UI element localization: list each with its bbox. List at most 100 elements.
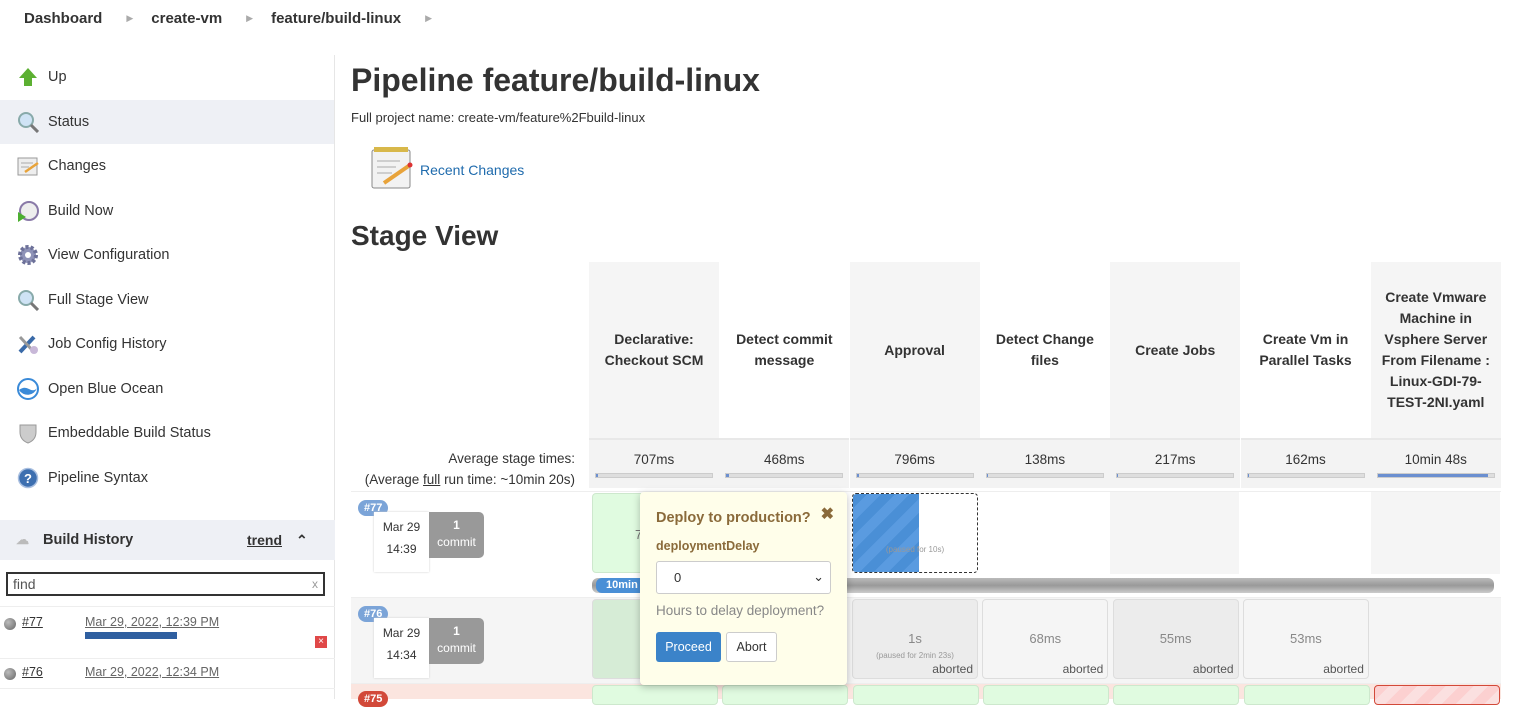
chevron-down-icon: ⌄ [813,569,824,584]
recent-changes-link[interactable]: Recent Changes [370,145,524,191]
breadcrumb-dashboard[interactable]: Dashboard [24,10,102,27]
param-hint: Hours to delay deployment? [656,603,825,618]
chevron-right-icon[interactable]: ▶ [425,13,432,24]
build-search-input[interactable]: find x [6,572,325,596]
sidebar-item-pipeline-syntax[interactable]: ? Pipeline Syntax [0,456,334,501]
abort-button[interactable]: Abort [726,632,777,662]
build-date-link[interactable]: Mar 29, 2022, 12:39 PM [85,615,219,629]
deployment-delay-select[interactable]: 0 ⌄ [656,561,831,594]
build-number-link[interactable]: #77 [22,615,43,629]
run-date: Mar 29 14:34 [374,618,429,678]
dialog-title: Deploy to production? [656,510,811,526]
sidebar-item-label: Job Config History [48,336,167,353]
sidebar-item-label: Build Now [48,202,114,219]
magnifier-icon [16,288,40,312]
magnifier-icon [16,110,40,134]
close-icon[interactable]: ✖ [821,504,834,524]
proceed-button[interactable]: Proceed [656,632,721,662]
stage-cell[interactable] [1243,685,1370,705]
notepad-icon [371,147,413,189]
sidebar-item-up[interactable]: Up [0,55,334,100]
shield-icon [16,421,40,445]
stage-cell[interactable] [852,685,979,705]
commit-count[interactable]: 1 commit [429,618,484,664]
collapse-chevron-icon[interactable]: ⌃ [296,532,308,549]
stage-header: Declarative: Checkout SCM [589,262,719,438]
stage-average-bar [985,473,1104,478]
stage-cell-aborted[interactable]: 68ms aborted [982,599,1109,679]
stage-header: Approval [849,262,980,438]
sidebar-item-view-configuration[interactable]: View Configuration [0,233,334,278]
stage-cell-aborted[interactable]: 55ms aborted [1112,599,1239,679]
stage-cell-aborted[interactable]: 1s (paused for 2min 23s) aborted [852,599,978,679]
sidebar-item-label: Pipeline Syntax [48,469,148,486]
avg-label: Average stage times: [448,451,575,466]
stage-average-bar-fill [1247,474,1249,477]
breadcrumb: Dashboard ▶ create-vm ▶ feature/build-li… [0,0,1523,37]
stage-cell-paused[interactable]: (paused for 10s) [852,493,978,573]
stage-average-bar [1116,473,1235,478]
stage-cell[interactable] [592,685,718,705]
sidebar-item-label: Up [48,69,67,86]
sidebar-item-embeddable-build-status[interactable]: Embeddable Build Status [0,411,334,456]
sidebar-item-build-now[interactable]: Build Now [0,189,334,234]
stage-average-bar-fill [1377,474,1488,477]
stage-average-bar-fill [726,474,729,477]
build-number-link[interactable]: #76 [22,665,43,679]
recent-changes-label: Recent Changes [420,162,525,178]
stage-cell[interactable] [722,685,849,705]
stage-average-bar-fill [596,474,599,477]
build-history-title: Build History [43,532,134,548]
build-row: #77 Mar 29, 2022, 12:39 PM × [0,606,335,658]
build-date-link[interactable]: Mar 29, 2022, 12:34 PM [85,665,219,679]
stage-cell[interactable] [982,685,1109,705]
sidebar-item-changes[interactable]: Changes [0,144,334,189]
sidebar-item-full-stage-view[interactable]: Full Stage View [0,278,334,323]
chevron-right-icon: ▶ [126,13,134,23]
stage-average-time: 468ms [719,438,850,488]
stage-header: Create Vmware Machine in Vsphere Server … [1370,262,1501,438]
stage-average-bar [855,473,974,478]
sidebar-item-label: Status [48,113,90,130]
stage-view-title: Stage View [351,220,499,251]
stage-cell[interactable] [1373,685,1500,705]
sidebar-item-job-config-history[interactable]: Job Config History [0,322,334,367]
cancel-build-icon[interactable]: × [315,636,327,648]
chevron-right-icon: ▶ [246,13,254,23]
average-stage-times-label: Average stage times: (Average full run t… [351,448,575,490]
tools-icon [16,332,40,356]
build-row-partial [0,688,335,699]
stage-cell[interactable] [1113,685,1240,705]
commit-count[interactable]: 1 commit [429,512,484,558]
clock-play-icon [16,199,40,223]
blue-ocean-icon [16,377,40,401]
run-badge[interactable]: #75 [358,691,389,707]
breadcrumb-create-vm[interactable]: create-vm [151,10,222,27]
sidebar-item-status[interactable]: Status [0,99,334,144]
stage-average-time: 796ms [849,438,980,488]
stage-average-bar-fill [1117,474,1119,477]
status-ball-icon [4,618,16,630]
up-arrow-icon [16,65,40,89]
svg-text:?: ? [24,471,32,486]
sidebar-item-label: Embeddable Build Status [48,425,211,442]
sidebar: Up Status Changes Build Now View Configu… [0,55,335,699]
build-search-placeholder: find [13,576,36,592]
stage-average-bar [1246,473,1365,478]
stage-average-time: 707ms [589,438,719,488]
sidebar-item-label: View Configuration [48,247,170,264]
run-date: Mar 29 14:39 [374,512,429,572]
full-run-link[interactable]: full [423,472,440,487]
stage-average-bar [595,473,713,478]
notepad-icon [16,154,40,178]
clear-search-icon[interactable]: x [312,577,318,591]
stage-cell-aborted[interactable]: 53ms aborted [1242,599,1369,679]
sidebar-item-label: Open Blue Ocean [48,380,164,397]
build-history-header: ☁ Build History trend ⌃ [0,520,335,560]
sidebar-item-open-blue-ocean[interactable]: Open Blue Ocean [0,367,334,412]
avg-full-run-time: (Average full run time: ~10min 20s) [364,472,575,487]
trend-link[interactable]: trend [247,532,282,548]
gear-icon [16,243,40,267]
stage-header: Create Jobs [1110,262,1241,438]
breadcrumb-feature-build-linux[interactable]: feature/build-linux [271,10,401,27]
